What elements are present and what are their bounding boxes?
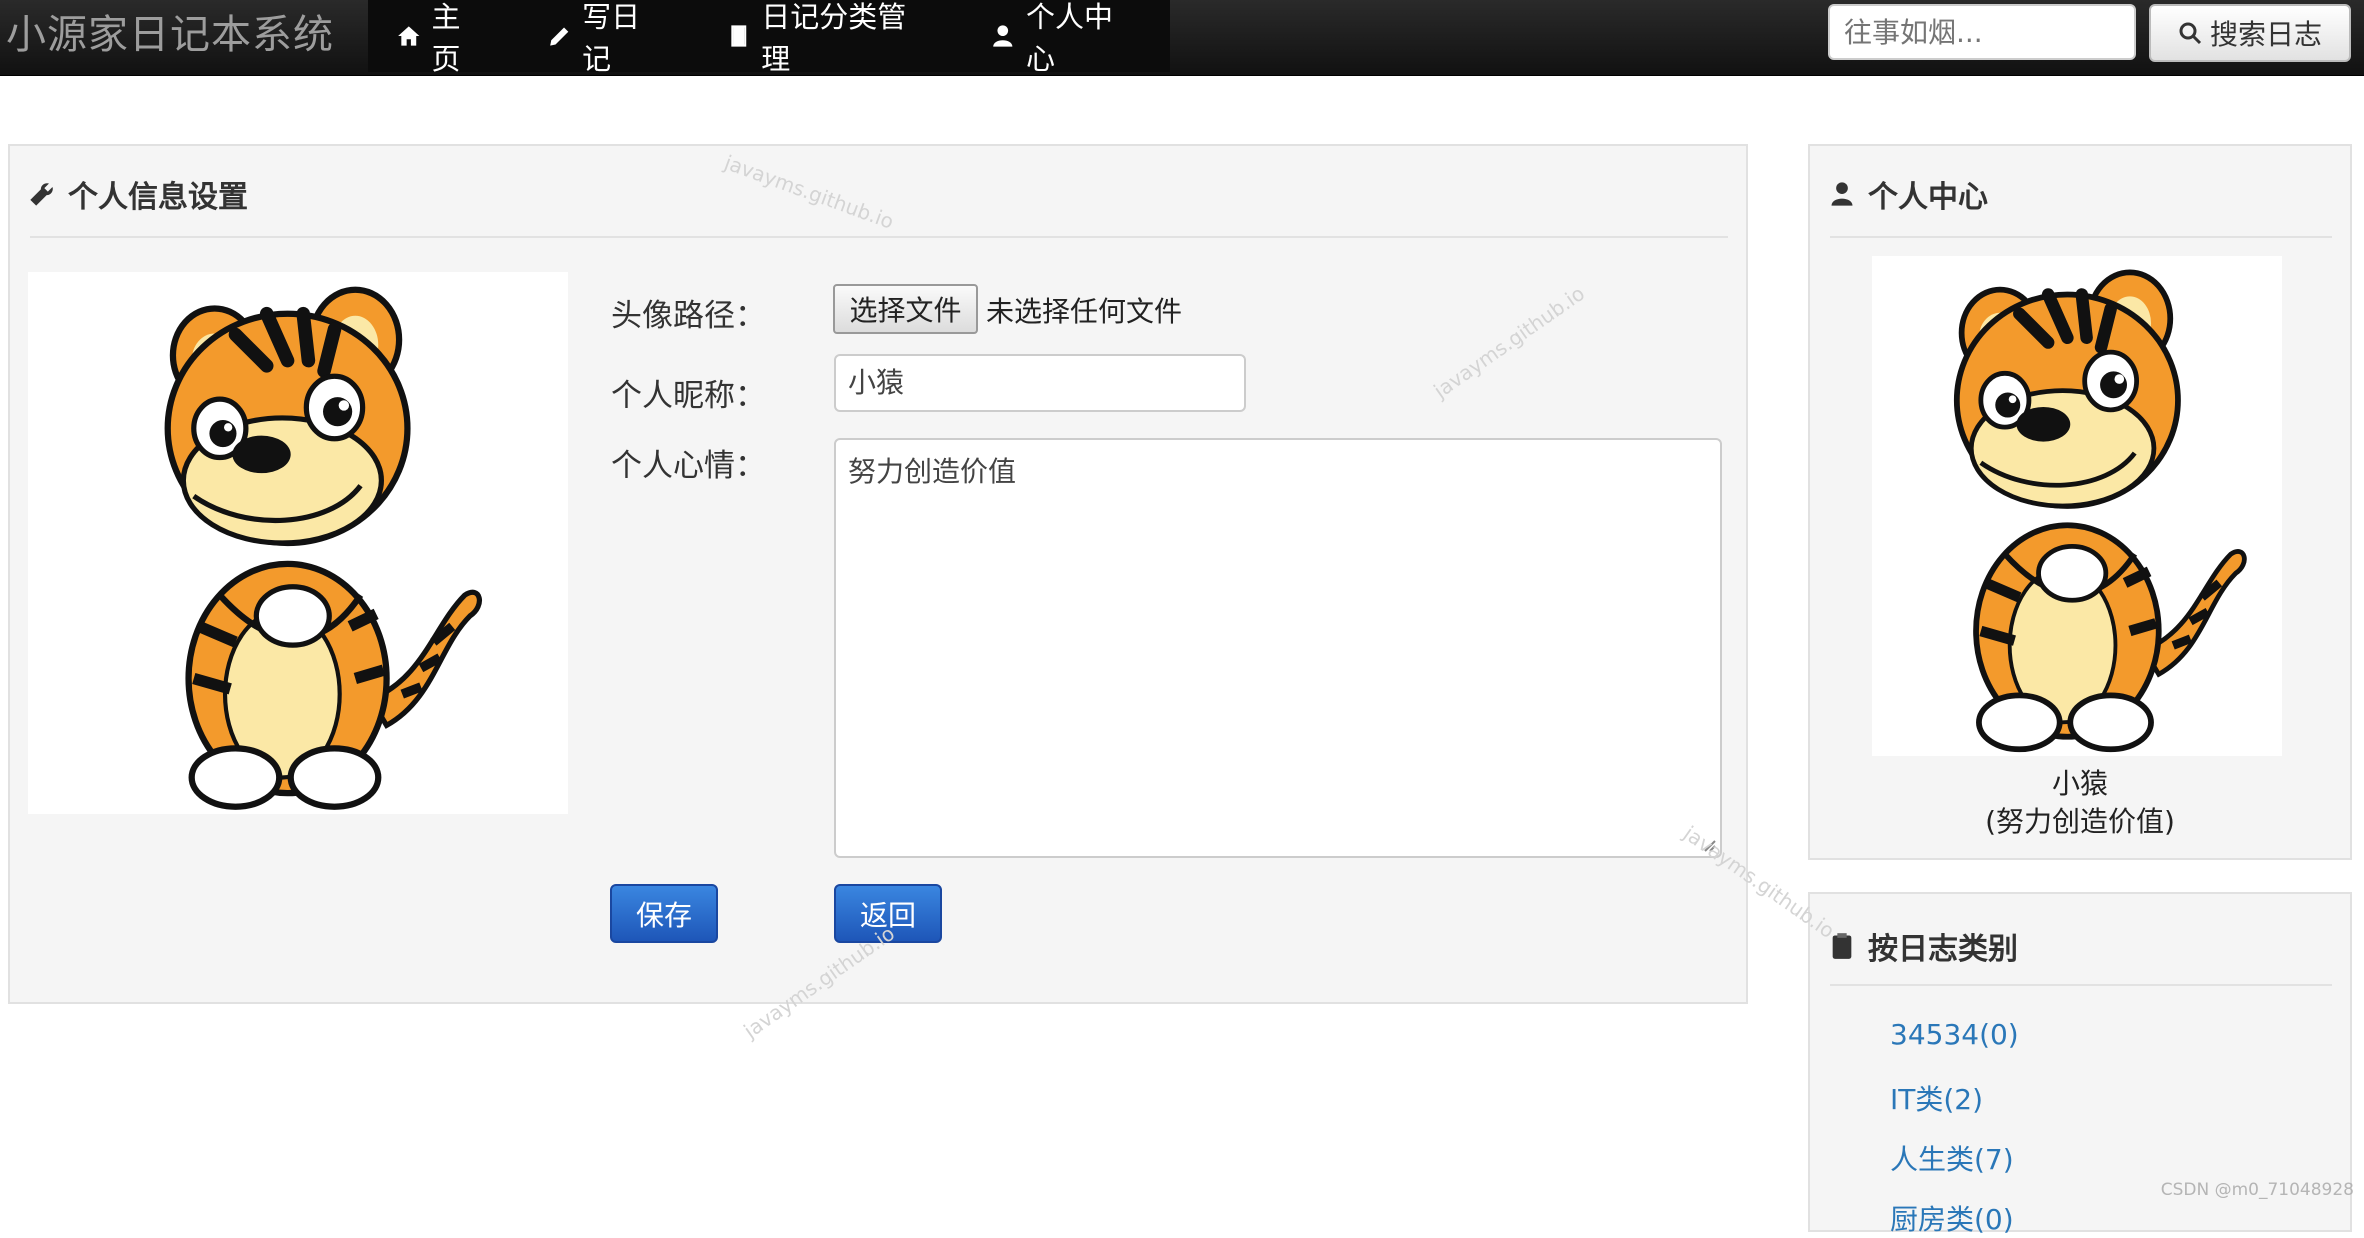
nickname-label: 个人昵称： [611,378,766,414]
nav-item-label: 个人中心 [1025,0,1113,76]
csdn-watermark: CSDN @m0_71048928 [2160,1180,2354,1200]
save-button[interactable]: 保存 [610,884,718,943]
categories-panel-header: 按日志类别 [1828,924,2018,968]
avatar-preview [28,272,568,814]
clipboard-icon [1832,933,1852,959]
settings-panel-header: 个人信息设置 [28,172,248,216]
nav-item-categories[interactable]: 日记分类管理 [726,0,933,78]
main-nav: 主页 写日记 日记分类管理 个人中心 [368,0,1170,76]
profile-avatar [1872,256,2282,756]
nickname-field[interactable]: 小猿 [834,354,1246,412]
mood-label: 个人心情： [611,448,766,484]
search-icon [2179,22,2202,45]
nav-item-profile[interactable]: 个人中心 [990,0,1140,78]
category-link[interactable]: 人生类(7) [1890,1138,2014,1178]
nav-item-label: 日记分类管理 [761,0,907,76]
mood-textarea[interactable]: 努力创造价值 [834,438,1722,858]
categories-panel-title: 按日志类别 [1868,932,2018,967]
category-link[interactable]: IT类(2) [1890,1078,1983,1118]
tiger-avatar-image [28,272,568,814]
book-icon [730,25,746,47]
nav-item-home[interactable]: 主页 [396,0,489,78]
file-status-text: 未选择任何文件 [986,295,1183,328]
pencil-icon [549,27,568,46]
search-input[interactable] [1828,4,2136,60]
divider [1830,984,2332,986]
profile-panel-header: 个人中心 [1828,172,1988,216]
settings-panel-title: 个人信息设置 [68,180,248,215]
profile-mood: (努力创造价值) [1985,805,2175,838]
nav-item-label: 写日记 [582,0,641,76]
divider [30,236,1728,238]
choose-file-button[interactable]: 选择文件 [833,284,978,334]
profile-nickname: 小猿 [2051,767,2108,800]
user-icon [1831,182,1853,206]
wrench-icon [30,183,53,206]
nav-item-label: 主页 [431,0,461,76]
category-link[interactable]: 34534(0) [1890,1018,2019,1051]
search-button-label: 搜索日志 [2209,18,2322,51]
top-navbar: 小源家日记本系统 主页 写日记 日记分类管理 个人中心 搜索日志 [0,0,2364,76]
divider [1830,236,2332,238]
nav-item-write[interactable]: 写日记 [547,0,668,78]
avatar-path-label: 头像路径： [611,298,766,334]
home-icon [398,26,420,46]
mood-textarea-value: 努力创造价值 [848,455,1017,488]
profile-panel-title: 个人中心 [1868,180,1988,215]
tiger-avatar-image [1872,256,2282,756]
search-button[interactable]: 搜索日志 [2149,4,2351,62]
category-link[interactable]: 厨房类(0) [1890,1198,2014,1238]
app-brand[interactable]: 小源家日记本系统 [6,0,334,75]
user-icon [993,25,1013,47]
